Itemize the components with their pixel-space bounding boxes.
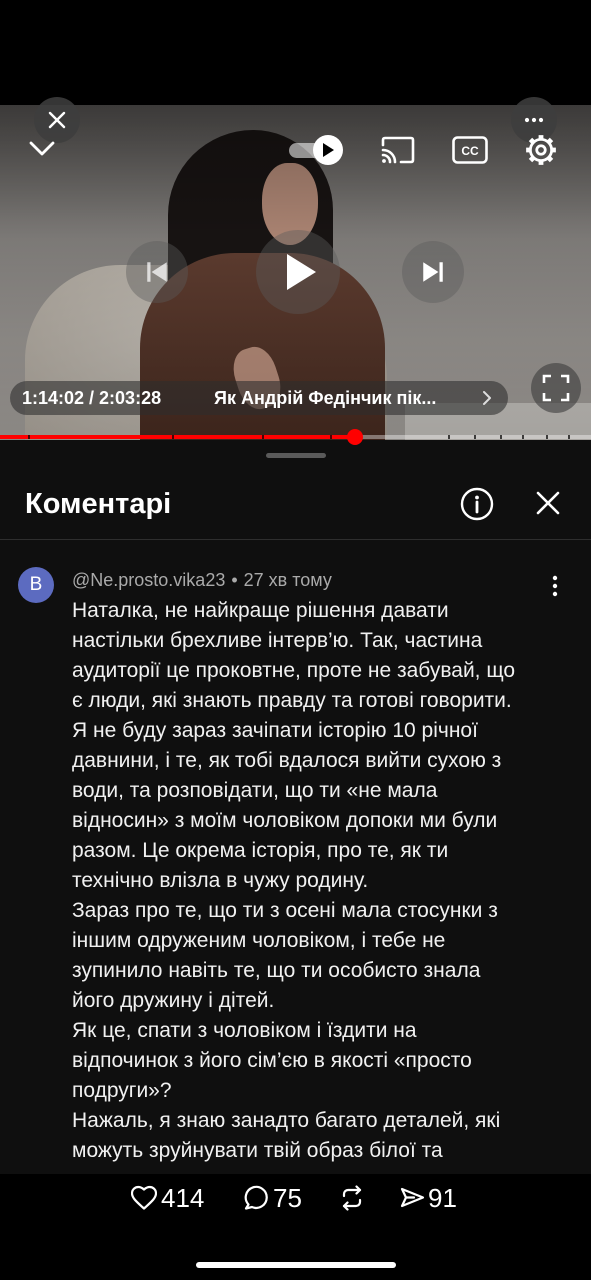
chapter-marker bbox=[568, 435, 570, 439]
info-button[interactable] bbox=[460, 487, 494, 521]
chapter-marker bbox=[522, 435, 524, 439]
autoplay-toggle-icon bbox=[313, 135, 343, 165]
screen: CC 1:14:02 / 2:03:28 Як Андрій Федінчик … bbox=[0, 0, 591, 1280]
avatar[interactable]: B bbox=[18, 567, 54, 603]
captions-button[interactable]: CC bbox=[452, 136, 488, 164]
play-icon bbox=[284, 252, 318, 292]
comment-text-line: Як це, спати з чоловіком і їздити на bbox=[72, 1019, 417, 1042]
heart-icon bbox=[131, 1185, 157, 1211]
autoplay-toggle[interactable] bbox=[289, 135, 345, 165]
like-count: 414 bbox=[161, 1183, 205, 1213]
repost-button[interactable] bbox=[339, 1185, 365, 1211]
progress-scrubber[interactable] bbox=[346, 429, 363, 445]
comment-text-line: Наталка, не найкраще рішення давати bbox=[72, 599, 449, 622]
comment-author[interactable]: @Ne.prosto.vika23 bbox=[72, 570, 225, 590]
chevron-right-icon bbox=[482, 391, 492, 405]
like-button[interactable] bbox=[131, 1185, 157, 1211]
share-button[interactable] bbox=[399, 1185, 425, 1211]
chapter-marker bbox=[546, 435, 548, 439]
comment-time: 27 хв тому bbox=[243, 570, 332, 590]
gear-icon bbox=[524, 133, 558, 167]
home-indicator[interactable] bbox=[196, 1262, 396, 1268]
play-button[interactable] bbox=[256, 230, 340, 314]
chapter-marker bbox=[500, 435, 502, 439]
comment-text-line: технічно влізла в чужу родину. bbox=[72, 869, 369, 892]
skip-next-icon bbox=[420, 259, 446, 285]
comment-text-line: відносин» з моїм чоловіком допоки ми бул… bbox=[72, 809, 498, 832]
previous-video-button[interactable] bbox=[126, 241, 188, 303]
comment-text-line: аудиторії це проковтне, проте не забувай… bbox=[72, 659, 516, 682]
progress-played bbox=[0, 435, 355, 439]
chapter-marker bbox=[172, 435, 174, 439]
info-icon bbox=[460, 487, 494, 521]
panel-title: Коментарі bbox=[25, 488, 172, 520]
close-player-button[interactable] bbox=[34, 97, 80, 143]
comment-text: Наталка, не найкраще рішення давати наст… bbox=[72, 596, 577, 1166]
comment-text-line: давнини, і те, як тобі вдалося вийти сух… bbox=[72, 749, 502, 772]
comment-bubble-icon bbox=[243, 1185, 269, 1211]
fullscreen-icon bbox=[542, 374, 570, 402]
video-title[interactable]: Як Андрій Федінчик пік... bbox=[214, 381, 436, 415]
post-action-bar: 414 75 91 bbox=[0, 1174, 591, 1280]
minimize-button[interactable] bbox=[28, 139, 56, 157]
chapter-marker bbox=[448, 435, 450, 439]
panel-divider bbox=[0, 539, 591, 540]
video-info-pill[interactable]: 1:14:02 / 2:03:28 Як Андрій Федінчик пік… bbox=[10, 381, 508, 415]
next-video-button[interactable] bbox=[402, 241, 464, 303]
repost-icon bbox=[339, 1185, 365, 1211]
chapter-marker bbox=[28, 435, 30, 439]
chevron-down-icon bbox=[28, 139, 56, 157]
comment-text-line: подруги»? bbox=[72, 1079, 172, 1102]
avatar-letter: B bbox=[29, 574, 43, 595]
skip-previous-icon bbox=[144, 259, 170, 285]
comments-panel: Коментарі B @Ne.prosto.vika23 • 27 хв тому bbox=[0, 440, 591, 1280]
comment-text-line: зупинило навіть те, що ти особисто знала bbox=[72, 959, 481, 982]
comment-text-line: настільки брехливе інтерв’ю. Так, частин… bbox=[72, 629, 483, 652]
comment-item: B @Ne.prosto.vika23 • 27 хв тому Наталка, … bbox=[0, 560, 591, 1175]
comment-text-line: Я не буду зараз зачіпати історію 10 річн… bbox=[72, 719, 478, 742]
cast-button[interactable] bbox=[380, 135, 416, 165]
comment-text-line: відпочинок з його сім’єю в якості «прост… bbox=[72, 1049, 472, 1072]
meta-separator: • bbox=[231, 570, 238, 590]
chapter-marker bbox=[330, 435, 332, 439]
closed-captions-icon: CC bbox=[452, 136, 488, 164]
comment-menu-button[interactable] bbox=[548, 574, 562, 598]
close-icon bbox=[535, 490, 561, 516]
chapter-marker bbox=[474, 435, 476, 439]
close-icon bbox=[48, 111, 66, 129]
cast-icon bbox=[380, 135, 416, 165]
send-icon bbox=[399, 1185, 425, 1211]
fullscreen-button[interactable] bbox=[531, 363, 581, 413]
progress-bar[interactable] bbox=[0, 429, 591, 445]
more-horizontal-icon bbox=[524, 117, 544, 123]
comment-text-line: Нажаль, я знаю занадто багато деталей, я… bbox=[72, 1109, 501, 1132]
comment-text-line: Зараз про те, що ти з осені мала стосунк… bbox=[72, 899, 498, 922]
comment-text-line: його дружину і дітей. bbox=[72, 989, 275, 1012]
comment-text-line: можуть зруйнувати твій образ білої та bbox=[72, 1139, 443, 1162]
drag-handle[interactable] bbox=[266, 453, 326, 458]
reply-button[interactable] bbox=[243, 1185, 269, 1211]
comment-text-line: разом. Це окрема історія, про те, як ти bbox=[72, 839, 449, 862]
comment-meta: @Ne.prosto.vika23 • 27 хв тому bbox=[72, 569, 338, 591]
comment-text-line: є люди, які знають правду та готові гово… bbox=[72, 689, 512, 712]
comment-text-line: іншим одруженим чоловіком, і тебе не bbox=[72, 929, 446, 952]
close-panel-button[interactable] bbox=[535, 490, 561, 516]
chapter-marker bbox=[262, 435, 264, 439]
settings-button[interactable] bbox=[524, 133, 558, 167]
more-vertical-icon bbox=[552, 575, 558, 597]
reply-count: 75 bbox=[273, 1183, 302, 1213]
comment-text-line: води, та розповідати, що ти «не мала bbox=[72, 779, 438, 802]
captions-label: CC bbox=[461, 144, 479, 158]
video-player: CC 1:14:02 / 2:03:28 Як Андрій Федінчик … bbox=[0, 0, 591, 445]
time-display: 1:14:02 / 2:03:28 bbox=[22, 388, 162, 408]
share-count: 91 bbox=[428, 1183, 457, 1213]
